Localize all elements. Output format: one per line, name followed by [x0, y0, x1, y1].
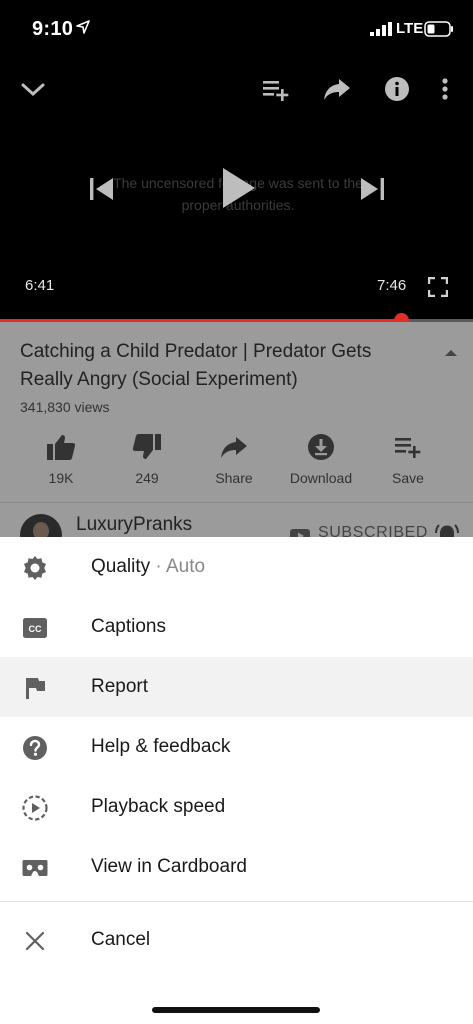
options-sheet: Quality · Auto CC Captions Report Help &…	[0, 537, 473, 1024]
total-time: 7:46	[377, 277, 407, 294]
cancel-label: Cancel	[91, 929, 151, 950]
like-count: 19K	[48, 470, 74, 486]
quality-value: · Auto	[150, 556, 206, 577]
download-button[interactable]: Download	[276, 430, 366, 486]
captions-icon: CC	[23, 618, 47, 638]
help-icon	[23, 736, 47, 760]
menu-item-captions[interactable]: CC Captions	[0, 597, 473, 657]
video-info-panel: Catching a Child Predator | Predator Get…	[0, 322, 473, 556]
menu-item-help[interactable]: Help & feedback	[0, 717, 473, 777]
share-button[interactable]: Share	[189, 430, 279, 486]
menu-item-cardboard[interactable]: View in Cardboard	[0, 837, 473, 897]
video-player[interactable]: The uncensored footage was sent to the p…	[0, 58, 473, 320]
help-label: Help & feedback	[91, 736, 231, 757]
menu-item-playback-speed[interactable]: Playback speed	[0, 777, 473, 837]
captions-label: Captions	[91, 616, 166, 637]
menu-item-quality[interactable]: Quality · Auto	[0, 537, 473, 597]
dislike-count: 249	[135, 470, 159, 486]
dislike-button[interactable]: 249	[102, 430, 192, 486]
play-icon[interactable]	[221, 166, 257, 210]
chevron-down-icon[interactable]	[20, 76, 46, 102]
download-label: Download	[289, 470, 353, 486]
gear-icon	[24, 556, 46, 580]
expand-caret-icon[interactable]	[444, 348, 458, 358]
share-icon	[221, 437, 247, 458]
fullscreen-icon[interactable]	[428, 277, 448, 297]
download-icon	[308, 434, 334, 460]
divider	[0, 502, 473, 503]
share-icon[interactable]	[322, 76, 352, 102]
cardboard-label: View in Cardboard	[91, 856, 247, 877]
video-title: Catching a Child Predator | Predator Get…	[20, 341, 372, 390]
info-icon[interactable]	[384, 76, 410, 102]
location-arrow-icon	[76, 20, 90, 34]
playback-speed-label: Playback speed	[91, 796, 226, 817]
playback-speed-icon	[22, 795, 48, 821]
current-time: 6:41	[25, 277, 55, 294]
like-button[interactable]: 19K	[16, 430, 106, 486]
menu-item-report[interactable]: Report	[0, 657, 473, 717]
save-label: Save	[392, 470, 424, 486]
divider	[0, 901, 473, 902]
previous-icon[interactable]	[88, 176, 116, 202]
more-vertical-icon[interactable]	[440, 76, 450, 102]
thumbs-up-icon	[47, 435, 76, 460]
save-button[interactable]: Save	[363, 430, 453, 486]
view-count: 341,830 views	[20, 399, 110, 415]
battery-icon	[424, 21, 453, 37]
close-icon	[25, 931, 45, 951]
playlist-add-icon	[395, 438, 421, 458]
report-label: Report	[91, 676, 149, 697]
cancel-button[interactable]: Cancel	[0, 910, 473, 970]
signal-icon	[370, 22, 392, 36]
quality-label: Quality	[91, 556, 151, 577]
add-to-queue-icon[interactable]	[262, 76, 290, 102]
channel-name[interactable]: LuxuryPranks	[76, 514, 192, 536]
home-indicator	[152, 1007, 320, 1013]
next-icon[interactable]	[358, 176, 386, 202]
flag-icon	[26, 678, 45, 699]
thumbs-down-icon	[132, 434, 161, 459]
cardboard-icon	[22, 860, 48, 876]
network-label: LTE	[396, 20, 424, 37]
svg-text:CC: CC	[29, 624, 42, 634]
status-bar: 9:10 LTE	[0, 0, 473, 58]
share-label: Share	[215, 470, 253, 486]
status-time: 9:10	[32, 18, 74, 40]
